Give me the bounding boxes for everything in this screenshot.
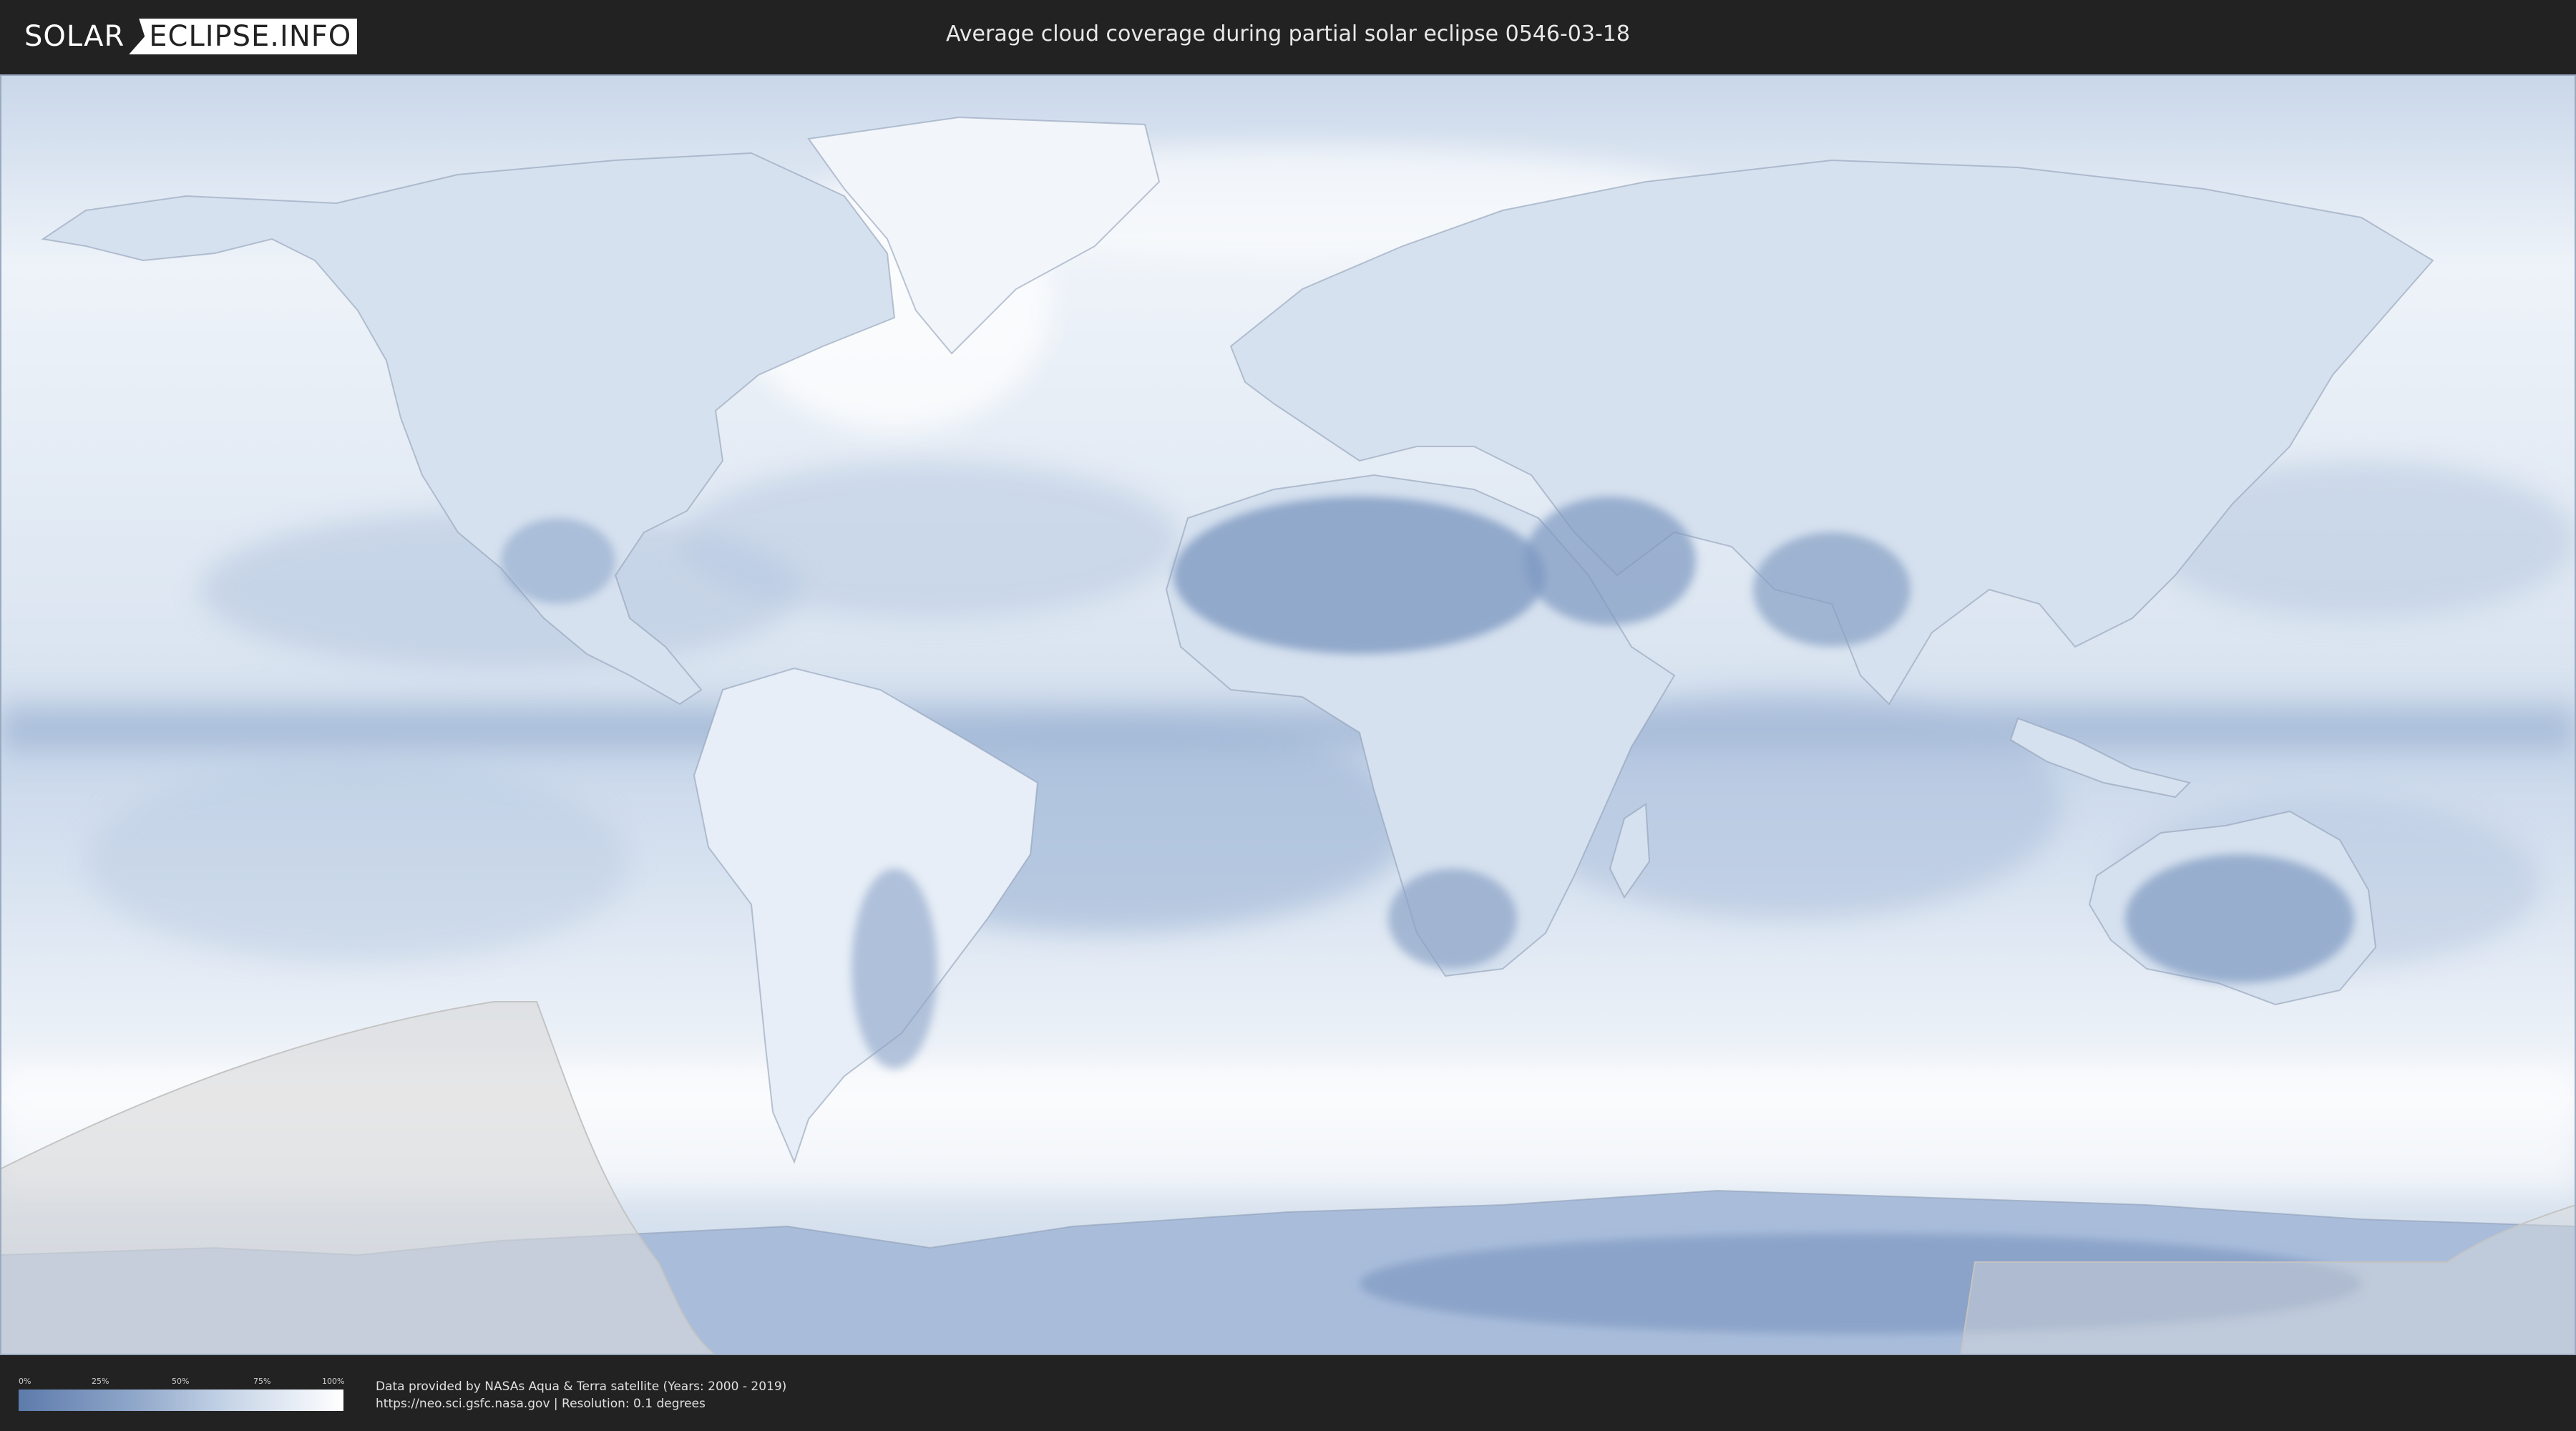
cloud-coverage-map [0,74,2576,1355]
legend-ticks: 0% 25% 50% 75% 100% [19,1377,345,1387]
legend-tick-0: 0% [19,1377,31,1386]
credits-line-url[interactable]: https://neo.sci.gsfc.nasa.gov | Resoluti… [376,1395,786,1412]
legend-tick-75: 75% [253,1377,271,1386]
map-svg [0,74,2576,1355]
legend-tick-100: 100% [322,1377,345,1386]
legend-tick-50: 50% [172,1377,190,1386]
header-bar: SOLAR ECLIPSE.INFO Average cloud coverag… [0,0,2576,70]
legend-gradient-bar [19,1390,343,1411]
data-credits: Data provided by NASAs Aqua & Terra sate… [376,1378,786,1412]
page: SOLAR ECLIPSE.INFO Average cloud coverag… [0,0,2576,1431]
cloud-coverage-legend: 0% 25% 50% 75% 100% [19,1377,345,1414]
credits-line-source: Data provided by NASAs Aqua & Terra sate… [376,1379,787,1394]
page-title: Average cloud coverage during partial so… [946,21,1630,47]
legend-tick-25: 25% [92,1377,109,1386]
